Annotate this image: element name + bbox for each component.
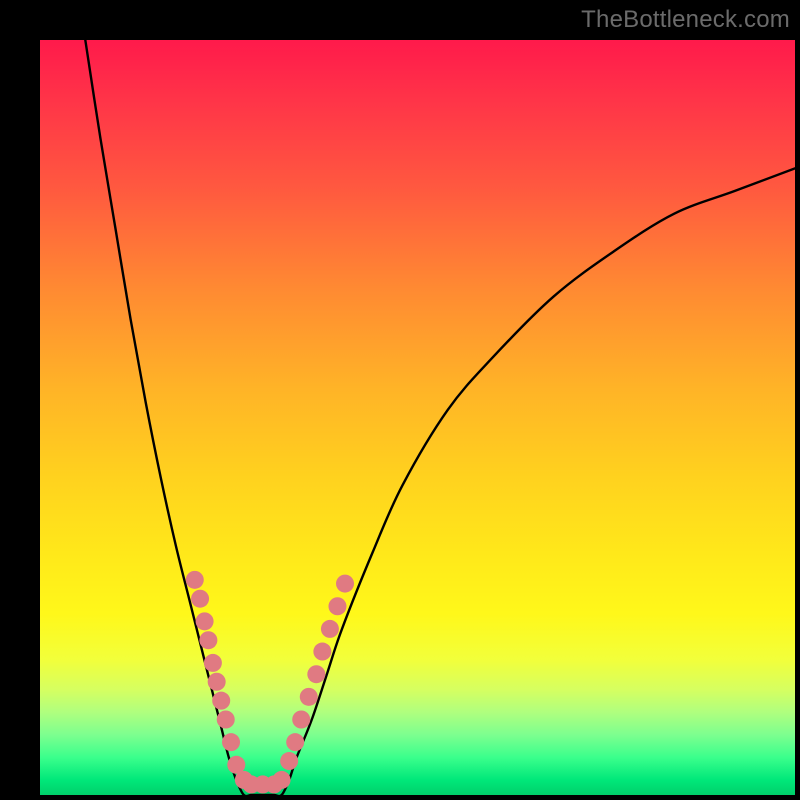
- data-dot: [186, 571, 204, 589]
- data-dot: [300, 688, 318, 706]
- curve-group: [85, 40, 795, 795]
- plot-area: [40, 40, 795, 795]
- data-dot: [336, 575, 354, 593]
- data-dot: [204, 654, 222, 672]
- data-dot: [212, 692, 230, 710]
- data-dot: [196, 612, 214, 630]
- bottleneck-curve: [85, 40, 795, 795]
- data-dot: [321, 620, 339, 638]
- data-dot: [222, 733, 240, 751]
- data-dot: [307, 665, 325, 683]
- data-dot: [191, 590, 209, 608]
- dot-cluster: [186, 571, 354, 794]
- data-dot: [292, 711, 310, 729]
- data-dot: [313, 643, 331, 661]
- chart-frame: TheBottleneck.com: [0, 0, 800, 800]
- data-dot: [328, 597, 346, 615]
- data-dot: [280, 752, 298, 770]
- data-dot: [199, 631, 217, 649]
- data-dot: [208, 673, 226, 691]
- data-dot: [273, 771, 291, 789]
- watermark-text: TheBottleneck.com: [581, 6, 790, 34]
- chart-svg: [40, 40, 795, 795]
- data-dot: [286, 733, 304, 751]
- data-dot: [217, 711, 235, 729]
